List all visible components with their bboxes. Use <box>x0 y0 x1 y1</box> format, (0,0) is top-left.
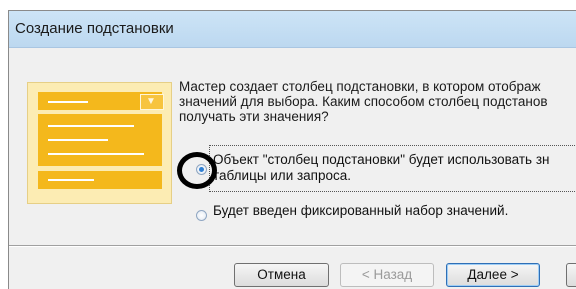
wizard-description: Мастер создает столбец подстановки, в ко… <box>179 79 548 124</box>
window-title: Создание подстановки <box>15 20 174 37</box>
illustration-line <box>48 139 108 141</box>
finish-button-partial[interactable] <box>566 263 576 287</box>
highlight-circle-annotation <box>177 152 217 189</box>
lookup-wizard-window: Создание подстановки ▼ Мастер создает ст… <box>8 10 576 289</box>
option-fixed-values-label[interactable]: Будет введен фиксированный набор значени… <box>213 203 508 219</box>
wizard-content: ▼ Мастер создает столбец подстановки, в … <box>9 48 576 289</box>
radio-fixed-values[interactable] <box>196 210 207 221</box>
illustration-line <box>48 179 94 181</box>
illustration-line <box>48 101 88 103</box>
button-separator <box>9 245 576 247</box>
illustration-dropdown-icon: ▼ <box>140 94 164 110</box>
back-button[interactable]: < Назад <box>340 263 434 287</box>
option-lookup-from-table-label[interactable]: Объект "столбец подстановки" будет испол… <box>213 152 576 184</box>
cancel-button[interactable]: Отмена <box>234 263 329 287</box>
title-bar[interactable]: Создание подстановки <box>9 11 576 48</box>
next-button[interactable]: Далее > <box>446 263 540 287</box>
illustration-line <box>48 153 144 155</box>
wizard-illustration: ▼ <box>27 82 172 204</box>
illustration-line <box>48 125 134 127</box>
